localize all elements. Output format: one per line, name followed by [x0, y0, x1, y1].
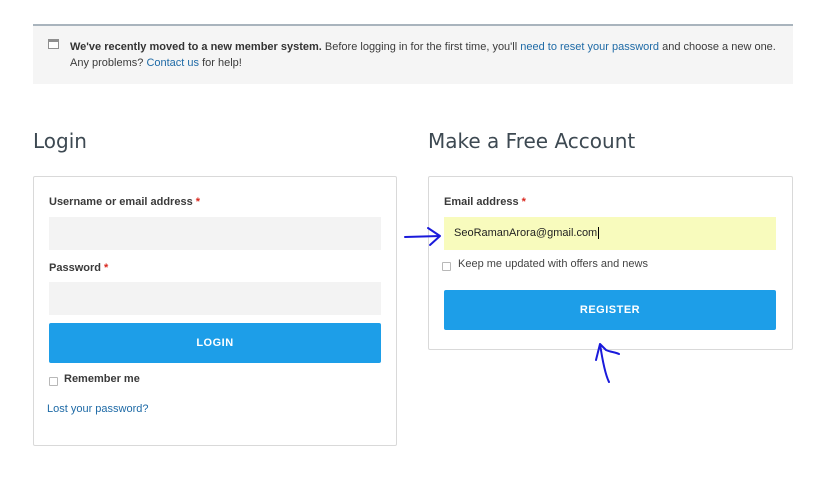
newsletter-label: Keep me updated with offers and news	[458, 258, 648, 270]
required-mark: *	[104, 262, 109, 274]
lost-password-link[interactable]: Lost your password?	[47, 403, 149, 415]
password-input[interactable]	[49, 282, 381, 315]
text-cursor	[598, 227, 600, 240]
username-input[interactable]	[49, 217, 381, 250]
notice-banner: We've recently moved to a new member sys…	[33, 24, 793, 84]
password-label-text: Password	[49, 262, 101, 274]
required-mark: *	[195, 196, 201, 208]
notice-text-3: for help!	[199, 57, 242, 69]
login-heading: Login	[33, 129, 87, 153]
newsletter-checkbox[interactable]	[442, 262, 451, 271]
required-mark: *	[521, 196, 526, 208]
register-button[interactable]: REGISTER	[444, 290, 776, 330]
email-input-value: SeoRamanArora@gmail.com	[454, 227, 598, 239]
username-label-text: Username or email address	[49, 196, 193, 208]
notice-text-1: Before logging in for the first time, yo…	[321, 41, 521, 53]
email-input[interactable]: SeoRamanArora@gmail.com	[444, 217, 776, 250]
register-heading: Make a Free Account	[428, 129, 636, 153]
notice-bold-text: We've recently moved to a new member sys…	[70, 41, 322, 53]
email-label: Email address *	[444, 196, 526, 208]
login-panel: Username or email address * Password * L…	[33, 176, 397, 446]
login-button[interactable]: LOGIN	[49, 323, 381, 363]
username-label: Username or email address *	[49, 196, 200, 208]
window-icon	[48, 39, 59, 49]
contact-us-link[interactable]: Contact us	[146, 57, 199, 69]
annotation-arrow-up-icon	[595, 343, 620, 383]
register-panel: Email address * SeoRamanArora@gmail.com …	[428, 176, 793, 350]
remember-me-label: Remember me	[64, 373, 140, 385]
reset-password-link[interactable]: need to reset your password	[520, 41, 659, 53]
annotation-arrow-right-icon	[404, 227, 441, 246]
email-label-text: Email address	[444, 196, 519, 208]
notice-text: We've recently moved to a new member sys…	[70, 39, 785, 71]
remember-me-checkbox[interactable]	[49, 377, 58, 386]
password-label: Password *	[49, 262, 108, 274]
